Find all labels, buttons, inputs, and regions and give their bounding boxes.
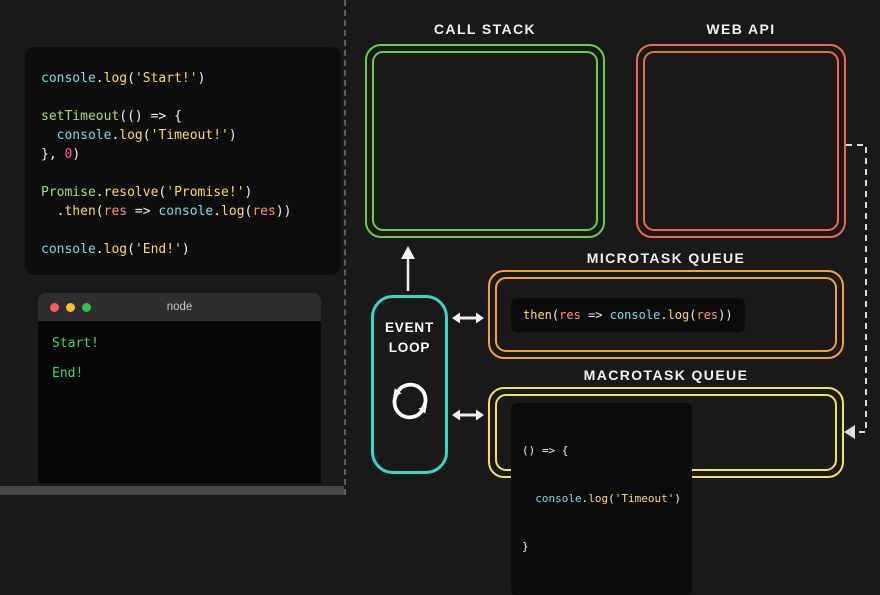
code-line: .then(res => console.log(res)) <box>41 204 292 219</box>
event-loop-macrotask-double-arrow <box>452 409 484 421</box>
web-api-inner <box>643 51 839 231</box>
dashed-divider <box>344 0 346 495</box>
code-line: }, 0) <box>41 147 81 162</box>
terminal-titlebar: node <box>38 293 321 321</box>
macrotask-code-line: () => { <box>522 444 569 457</box>
terminal-output-line: End! <box>52 366 84 381</box>
macrotask-queue-inner: () => { console.log('Timeout') } <box>495 394 837 595</box>
macrotask-queue-box: () => { console.log('Timeout') } <box>488 387 844 595</box>
microtask-queue-box: then(res => console.log(res)) <box>488 270 844 359</box>
terminal-output-line: Start! <box>52 336 99 351</box>
code-line: Promise.resolve('Promise!') <box>41 185 253 200</box>
code-line: console.log('End!') <box>41 242 190 257</box>
terminal-title: node <box>166 301 193 313</box>
event-loop-box: EVENT LOOP <box>371 295 448 474</box>
code-line: console.log('Timeout!') <box>56 128 237 143</box>
call-stack-label: CALL STACK <box>433 21 537 37</box>
macrotask-code-chip: () => { console.log('Timeout') } <box>511 403 692 595</box>
web-api-box <box>636 44 846 238</box>
event-loop-microtask-double-arrow <box>452 312 484 324</box>
code-line: setTimeout(() => { <box>41 109 182 124</box>
event-loop-label-top: EVENT <box>384 320 434 335</box>
web-api-to-macrotask-dashed-connector <box>844 144 867 439</box>
terminal-window: node Start! End! <box>38 293 321 483</box>
microtask-code-chip: then(res => console.log(res)) <box>511 297 745 332</box>
call-stack-inner <box>372 51 598 231</box>
macrotask-code-line: } <box>522 540 529 553</box>
bottom-edge-strip <box>0 486 344 495</box>
microtask-queue-inner: then(res => console.log(res)) <box>495 277 837 352</box>
code-editor-panel: console.log('Start!') setTimeout(() => {… <box>25 47 341 275</box>
call-stack-box <box>365 44 605 238</box>
web-api-label: WEB API <box>706 21 776 37</box>
event-loop-to-call-stack-arrow <box>401 246 415 291</box>
macrotask-queue-label: MACROTASK QUEUE <box>583 367 749 383</box>
terminal-output: Start! End! <box>38 321 321 483</box>
macrotask-code-line: console.log('Timeout') <box>535 492 681 505</box>
event-loop-label-bottom: LOOP <box>388 340 431 355</box>
microtask-queue-label: MICROTASK QUEUE <box>586 250 746 266</box>
code-line: console.log('Start!') <box>41 71 206 86</box>
loop-cycle-icon <box>392 382 427 420</box>
